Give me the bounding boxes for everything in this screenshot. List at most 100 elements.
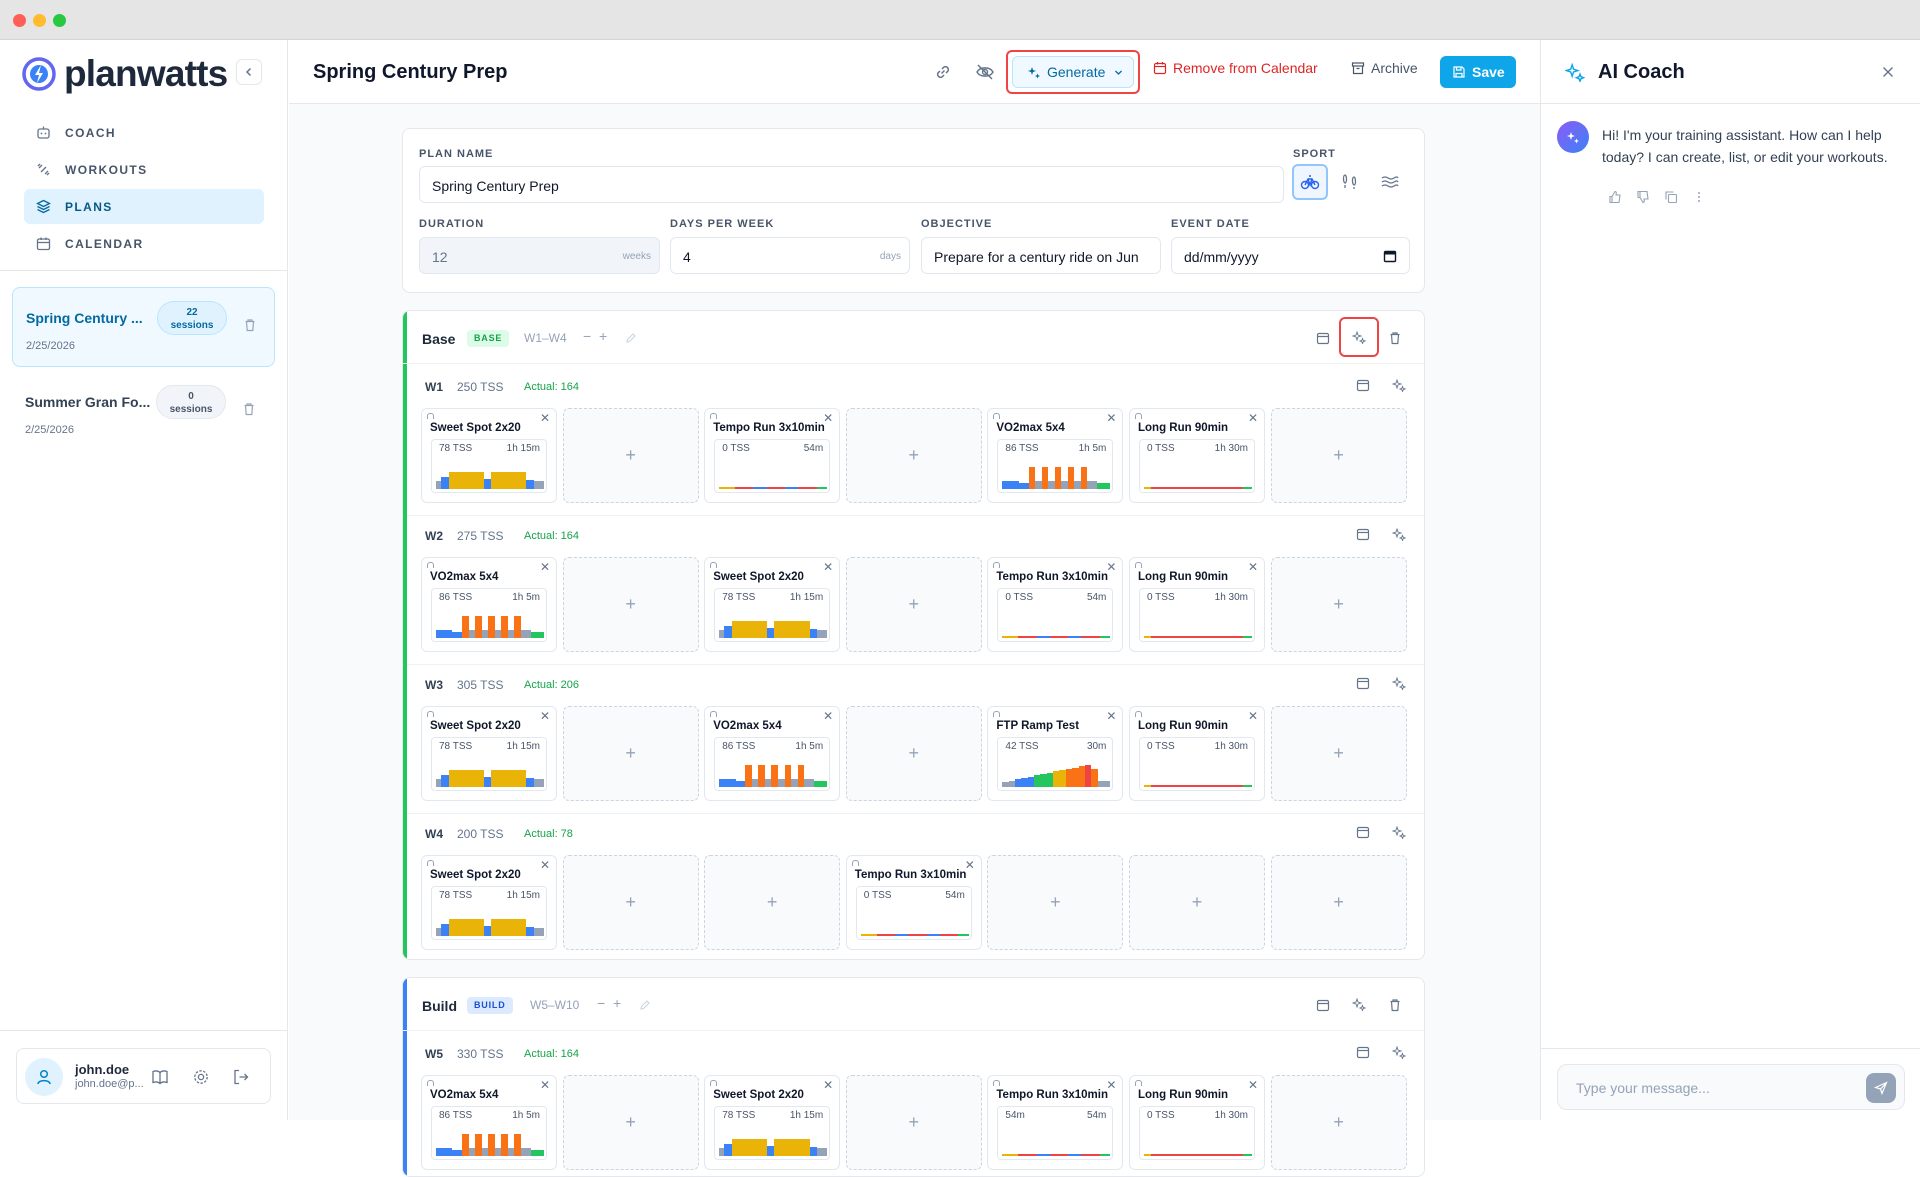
days-per-week-input[interactable]: 4 days xyxy=(670,237,910,274)
workout-card[interactable]: Tempo Run 3x10min ✕ 0 TSS 54m xyxy=(845,855,982,950)
workout-card[interactable]: VO2max 5x4 ✕ 86 TSS 1h 5m xyxy=(421,557,557,652)
remove-week-button[interactable]: − xyxy=(597,995,605,1011)
workout-card[interactable]: Tempo Run 3x10min ✕ 0 TSS 54m xyxy=(704,408,841,503)
avatar[interactable] xyxy=(25,1058,63,1096)
trash-icon[interactable] xyxy=(1388,998,1402,1012)
plan-list-item[interactable]: Summer Gran Fo... 0 sessions 2/25/2026 xyxy=(12,372,275,452)
remove-workout-button[interactable]: ✕ xyxy=(1106,411,1116,425)
sport-bike-button[interactable] xyxy=(1292,164,1328,200)
add-week-button[interactable]: + xyxy=(599,328,607,344)
lock-icon[interactable] xyxy=(851,860,859,866)
add-workout-slot[interactable]: + xyxy=(562,855,699,950)
lock-icon[interactable] xyxy=(427,413,434,419)
workout-card[interactable]: Sweet Spot 2x20 ✕ 78 TSS 1h 15m xyxy=(421,706,557,801)
duration-input[interactable]: 12 weeks xyxy=(419,237,660,274)
close-icon[interactable] xyxy=(1882,66,1894,78)
lock-icon[interactable] xyxy=(993,413,1001,419)
workout-card[interactable]: Sweet Spot 2x20 ✕ 78 TSS 1h 15m xyxy=(421,408,557,503)
add-workout-slot[interactable]: + xyxy=(845,706,982,801)
lock-icon[interactable] xyxy=(710,711,718,717)
message-input[interactable]: Type your message... xyxy=(1557,1064,1905,1110)
calendar-icon[interactable] xyxy=(1316,331,1330,345)
lock-icon[interactable] xyxy=(710,562,718,568)
nav-item-plans[interactable]: PLANS xyxy=(24,189,264,224)
workout-card[interactable]: Long Run 90min ✕ 0 TSS 1h 30m xyxy=(1129,706,1265,801)
calendar-icon[interactable] xyxy=(1356,676,1370,690)
lock-icon[interactable] xyxy=(1135,413,1142,419)
eye-off-icon[interactable] xyxy=(975,62,995,82)
add-workout-slot[interactable]: + xyxy=(562,557,699,652)
workout-card[interactable]: VO2max 5x4 ✕ 86 TSS 1h 5m xyxy=(421,1075,557,1170)
remove-workout-button[interactable]: ✕ xyxy=(823,411,833,425)
remove-workout-button[interactable]: ✕ xyxy=(540,411,550,425)
workout-card[interactable]: Long Run 90min ✕ 0 TSS 1h 30m xyxy=(1129,408,1265,503)
thumbs-up-icon[interactable] xyxy=(1608,190,1622,204)
add-workout-slot[interactable]: + xyxy=(1129,855,1265,950)
trash-icon[interactable] xyxy=(243,318,257,332)
workout-card[interactable]: Long Run 90min ✕ 0 TSS 1h 30m xyxy=(1129,557,1265,652)
lock-icon[interactable] xyxy=(427,1080,434,1086)
remove-workout-button[interactable]: ✕ xyxy=(1248,709,1258,723)
workout-card[interactable]: Tempo Run 3x10min ✕ 54m 54m xyxy=(987,1075,1124,1170)
plan-list-item[interactable]: Spring Century ... 22 sessions 2/25/2026 xyxy=(12,287,275,367)
workout-card[interactable]: FTP Ramp Test ✕ 42 TSS 30m xyxy=(987,706,1124,801)
pencil-icon[interactable] xyxy=(639,999,651,1011)
sparkles-icon[interactable] xyxy=(1392,825,1406,839)
add-workout-slot[interactable]: + xyxy=(1270,408,1407,503)
remove-workout-button[interactable]: ✕ xyxy=(1106,1078,1116,1092)
lock-icon[interactable] xyxy=(1135,562,1142,568)
logout-icon[interactable] xyxy=(232,1068,250,1086)
add-workout-slot[interactable]: + xyxy=(562,408,699,503)
calendar-icon[interactable] xyxy=(1356,527,1370,541)
remove-workout-button[interactable]: ✕ xyxy=(823,709,833,723)
add-week-button[interactable]: + xyxy=(613,995,621,1011)
remove-workout-button[interactable]: ✕ xyxy=(540,560,550,574)
remove-workout-button[interactable]: ✕ xyxy=(823,1078,833,1092)
more-vertical-icon[interactable] xyxy=(1692,190,1706,204)
minimize-window-button[interactable] xyxy=(33,14,46,27)
pencil-icon[interactable] xyxy=(625,332,637,344)
add-workout-slot[interactable]: + xyxy=(562,706,699,801)
gear-icon[interactable] xyxy=(192,1068,210,1086)
remove-workout-button[interactable]: ✕ xyxy=(1248,411,1258,425)
lock-icon[interactable] xyxy=(993,711,1001,717)
lock-icon[interactable] xyxy=(993,1080,1001,1086)
add-workout-slot[interactable]: + xyxy=(845,557,982,652)
remove-workout-button[interactable]: ✕ xyxy=(1106,560,1116,574)
remove-workout-button[interactable]: ✕ xyxy=(540,709,550,723)
lock-icon[interactable] xyxy=(427,711,434,717)
sport-run-button[interactable] xyxy=(1332,164,1368,200)
book-icon[interactable] xyxy=(151,1068,169,1086)
lock-icon[interactable] xyxy=(427,562,434,568)
workout-card[interactable]: VO2max 5x4 ✕ 86 TSS 1h 5m xyxy=(704,706,841,801)
remove-workout-button[interactable]: ✕ xyxy=(540,1078,550,1092)
add-workout-slot[interactable]: + xyxy=(1270,855,1407,950)
add-workout-slot[interactable]: + xyxy=(1270,1075,1407,1170)
workout-card[interactable]: VO2max 5x4 ✕ 86 TSS 1h 5m xyxy=(987,408,1124,503)
workout-card[interactable]: Tempo Run 3x10min ✕ 0 TSS 54m xyxy=(987,557,1124,652)
remove-workout-button[interactable]: ✕ xyxy=(965,858,975,872)
nav-item-workouts[interactable]: WORKOUTS xyxy=(24,152,264,187)
send-button[interactable] xyxy=(1866,1073,1896,1103)
objective-input[interactable]: Prepare for a century ride on Jun xyxy=(921,237,1161,274)
nav-item-calendar[interactable]: CALENDAR xyxy=(24,226,264,261)
add-workout-slot[interactable]: + xyxy=(1270,557,1407,652)
add-workout-slot[interactable]: + xyxy=(1270,706,1407,801)
add-workout-slot[interactable]: + xyxy=(562,1075,699,1170)
sport-swim-button[interactable] xyxy=(1372,164,1408,200)
add-workout-slot[interactable]: + xyxy=(704,855,841,950)
add-workout-slot[interactable]: + xyxy=(845,408,982,503)
sparkles-icon[interactable] xyxy=(1352,330,1366,344)
remove-from-calendar-button[interactable]: Remove from Calendar xyxy=(1153,60,1318,76)
copy-icon[interactable] xyxy=(1664,190,1678,204)
link-icon[interactable] xyxy=(933,62,953,82)
lock-icon[interactable] xyxy=(1135,1080,1142,1086)
remove-workout-button[interactable]: ✕ xyxy=(540,858,550,872)
calendar-icon[interactable] xyxy=(1316,998,1330,1012)
add-workout-slot[interactable]: + xyxy=(987,855,1124,950)
workout-card[interactable]: Sweet Spot 2x20 ✕ 78 TSS 1h 15m xyxy=(421,855,557,950)
save-button[interactable]: Save xyxy=(1440,56,1516,88)
calendar-icon[interactable] xyxy=(1356,1045,1370,1059)
event-date-input[interactable]: dd/mm/yyyy xyxy=(1171,237,1410,274)
lock-icon[interactable] xyxy=(710,413,718,419)
